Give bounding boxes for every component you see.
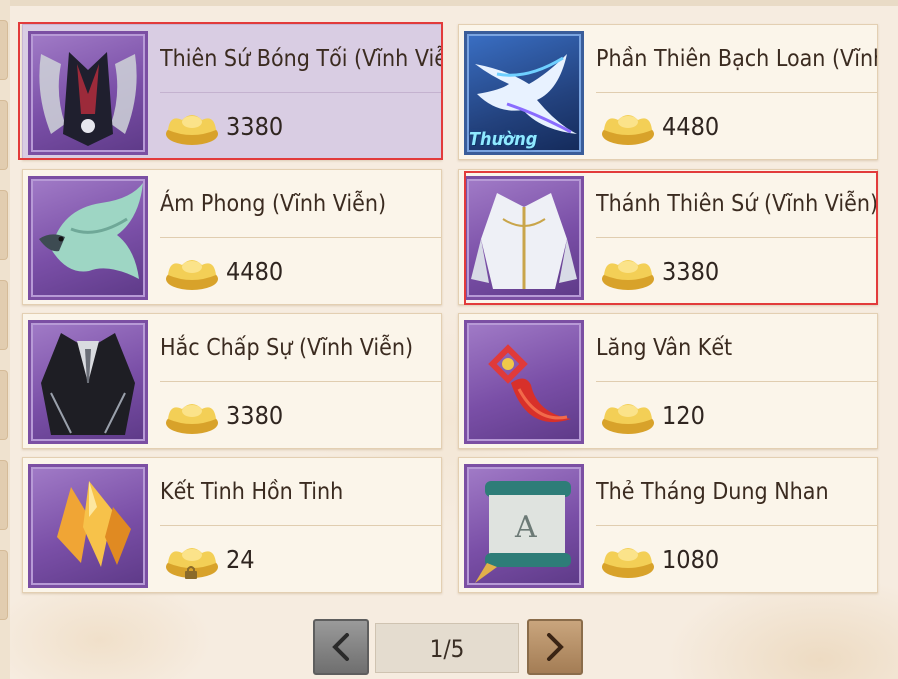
item-price-row: 3380 bbox=[160, 94, 441, 160]
gold-ingot-icon bbox=[602, 404, 654, 434]
item-name: Hắc Chấp Sự (Vĩnh Viễn) bbox=[160, 314, 441, 382]
shop-item-card[interactable]: A Thẻ Tháng Dung Nhan 1080 bbox=[458, 457, 878, 593]
item-price: 1080 bbox=[662, 545, 720, 574]
eagle-mount-icon bbox=[39, 183, 143, 279]
item-price: 3380 bbox=[226, 401, 284, 430]
item-price-row: 4480 bbox=[160, 239, 441, 305]
item-name: Kết Tinh Hồn Tinh bbox=[160, 458, 441, 526]
item-price: 4480 bbox=[226, 257, 284, 286]
left-tab[interactable] bbox=[0, 370, 8, 440]
gold-ingot-icon bbox=[166, 260, 218, 290]
gold-ingot-icon bbox=[602, 115, 654, 145]
item-thumbnail bbox=[28, 31, 148, 155]
gold-ingot-icon bbox=[166, 404, 218, 434]
dark-angel-outfit-icon bbox=[39, 52, 137, 146]
item-rarity-tag: Thường bbox=[469, 129, 538, 150]
item-thumbnail: Thường bbox=[464, 31, 584, 155]
item-price: 3380 bbox=[662, 257, 720, 286]
left-tab[interactable] bbox=[0, 100, 8, 170]
left-tab[interactable] bbox=[0, 20, 8, 80]
gold-ingot-icon bbox=[602, 260, 654, 290]
shop-item-card[interactable]: Lăng Vân Kết 120 bbox=[458, 313, 878, 449]
left-tab[interactable] bbox=[0, 550, 8, 620]
gold-ingot-icon bbox=[602, 548, 654, 578]
item-price: 3380 bbox=[226, 112, 284, 141]
shop-item-card[interactable]: Thiên Sứ Bóng Tối (Vĩnh Viễn) 3380 bbox=[22, 24, 442, 160]
holy-angel-outfit-icon bbox=[471, 193, 577, 289]
shop-item-card[interactable]: Hắc Chấp Sự (Vĩnh Viễn) 3380 bbox=[22, 313, 442, 449]
shop-item-card[interactable]: Thánh Thiên Sứ (Vĩnh Viễn) 3380 bbox=[458, 169, 878, 305]
shop-item-card[interactable]: Ám Phong (Vĩnh Viễn) 4480 bbox=[22, 169, 442, 305]
item-price-row: 3380 bbox=[596, 239, 877, 305]
left-tab[interactable] bbox=[0, 190, 8, 260]
item-name: Ám Phong (Vĩnh Viễn) bbox=[160, 170, 441, 238]
left-tab[interactable] bbox=[0, 280, 8, 350]
red-knot-charm-icon bbox=[488, 344, 571, 423]
item-thumbnail bbox=[28, 176, 148, 300]
item-thumbnail bbox=[464, 176, 584, 300]
chevron-right-icon bbox=[547, 633, 564, 661]
item-price-row: 120 bbox=[596, 383, 877, 449]
scroll-card-icon: A bbox=[475, 481, 571, 583]
shop-item-card[interactable]: Kết Tinh Hồn Tinh 24 bbox=[22, 457, 442, 593]
item-price-row: 4480 bbox=[596, 94, 877, 160]
svg-text:A: A bbox=[514, 510, 537, 545]
black-butler-outfit-icon bbox=[41, 333, 135, 435]
item-price: 4480 bbox=[662, 112, 720, 141]
chevron-left-icon bbox=[332, 633, 349, 661]
item-name: Thánh Thiên Sứ (Vĩnh Viễn) bbox=[596, 170, 877, 238]
item-name: Thiên Sứ Bóng Tối (Vĩnh Viễn) bbox=[160, 25, 441, 93]
top-divider bbox=[0, 0, 898, 6]
item-thumbnail bbox=[464, 320, 584, 444]
item-name: Lăng Vân Kết bbox=[596, 314, 877, 382]
item-price-row: 24 bbox=[160, 527, 441, 593]
left-tab[interactable] bbox=[0, 460, 8, 530]
gold-ingot-icon bbox=[166, 115, 218, 145]
item-name: Phần Thiên Bạch Loan (Vĩnh viễ bbox=[596, 25, 877, 93]
next-page-button[interactable] bbox=[527, 619, 583, 675]
item-thumbnail bbox=[28, 320, 148, 444]
prev-page-button[interactable] bbox=[313, 619, 369, 675]
soul-crystal-icon bbox=[57, 481, 131, 567]
item-price: 24 bbox=[226, 545, 255, 574]
item-price-row: 3380 bbox=[160, 383, 441, 449]
lock-icon bbox=[185, 566, 197, 579]
item-price-row: 1080 bbox=[596, 527, 877, 593]
item-thumbnail bbox=[28, 464, 148, 588]
page-indicator: 1/5 bbox=[375, 623, 519, 673]
item-thumbnail: A bbox=[464, 464, 584, 588]
shop-item-card[interactable]: Thường Phần Thiên Bạch Loan (Vĩnh viễ 44… bbox=[458, 24, 878, 160]
item-name: Thẻ Tháng Dung Nhan bbox=[596, 458, 877, 526]
item-price: 120 bbox=[662, 401, 705, 430]
